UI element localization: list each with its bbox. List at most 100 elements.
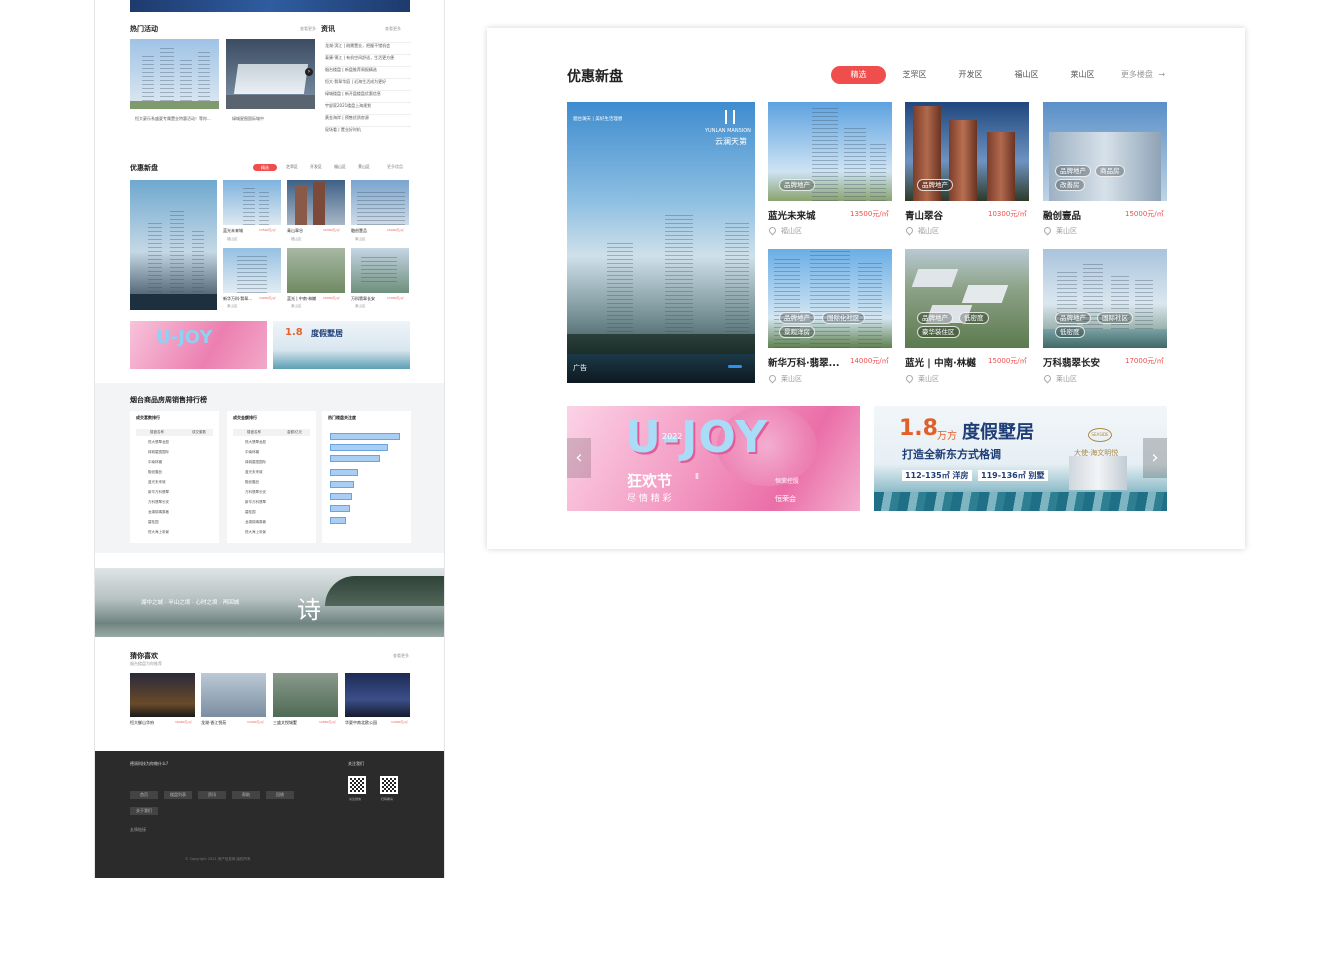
mini-card-name[interactable]: 蓝光 | 中南·林樾: [287, 296, 321, 302]
rank-row[interactable]: 龙湖锦璘原著: [138, 510, 212, 520]
hot-item-image-1[interactable]: [130, 39, 219, 109]
mini-card-image[interactable]: [223, 180, 281, 225]
mini-tabs: 精选 芝罘区 开发区 福山区 莱山区 更多楼盘: [253, 164, 413, 171]
rank-row[interactable]: 恒大海上帝景: [138, 530, 212, 540]
rank-row[interactable]: 融创壹品: [235, 480, 309, 490]
mini-featured-image[interactable]: [130, 180, 217, 310]
hot-item-image-2[interactable]: [226, 39, 315, 109]
property-name[interactable]: 融创壹品: [1043, 208, 1081, 222]
rank-row[interactable]: 蓝光未来城: [138, 480, 212, 490]
mini-card-image[interactable]: [287, 180, 345, 225]
rank-row[interactable]: 碧桂园: [235, 510, 309, 520]
top-banner-image[interactable]: [130, 0, 410, 12]
news-line[interactable]: 现场看 | 置业好时机: [325, 126, 411, 138]
mini-card-image[interactable]: [351, 248, 409, 293]
rank-row[interactable]: 新华万科翡翠: [235, 500, 309, 510]
news-line[interactable]: 龙湖·滨江 | 刚需置业，把握不错机会: [325, 42, 411, 54]
footer-button[interactable]: 回馈: [266, 791, 294, 799]
guess-image[interactable]: [130, 673, 195, 717]
guess-name[interactable]: 三盛文悦城墅: [273, 720, 297, 726]
more-link[interactable]: 更多楼盘 →: [1117, 66, 1169, 84]
rank-row[interactable]: 恒大海上帝景: [235, 530, 309, 540]
mini-tab[interactable]: 芝罘区: [283, 164, 301, 170]
rank-row[interactable]: 融创壹品: [138, 470, 212, 480]
news-line[interactable]: 宇部家2021楼盘上海规划: [325, 102, 411, 114]
news-more-link[interactable]: 查看更多: [385, 26, 401, 32]
rank-row[interactable]: 恒大翡翠龙庭: [138, 440, 212, 450]
hot-next-arrow[interactable]: ›: [305, 68, 313, 76]
mini-card-image[interactable]: [287, 248, 345, 293]
mini-card-name[interactable]: 蓝光未来城: [223, 228, 257, 234]
property-name[interactable]: 万科翡翠长安: [1043, 355, 1100, 369]
footer-button[interactable]: 楼盘列表: [164, 791, 192, 799]
rank-row[interactable]: 龙湖锦璘原著: [235, 520, 309, 530]
hot-more-link[interactable]: 查看更多: [300, 26, 316, 32]
property-name[interactable]: 蓝光未来城: [768, 208, 816, 222]
mini-card-name[interactable]: 青山翠谷: [287, 228, 321, 234]
arrow-right-icon: →: [1158, 70, 1166, 79]
rank-row[interactable]: 绿城星图国际: [235, 460, 309, 470]
news-line[interactable]: 恒大·翡翠华庭 | 近海生活成为更好: [325, 78, 411, 90]
mini-card-name[interactable]: 新华万科·翡翠...: [223, 296, 257, 302]
tab-fushan[interactable]: 福山区: [1004, 66, 1049, 84]
property-name[interactable]: 青山翠谷: [905, 208, 943, 222]
mini-tab[interactable]: 莱山区: [355, 164, 373, 170]
tab-laishan[interactable]: 莱山区: [1060, 66, 1105, 84]
mini-banner-left[interactable]: U-JOY: [130, 321, 267, 369]
mini-tab[interactable]: 精选: [253, 164, 277, 171]
property-name[interactable]: 新华万科·翡翠...: [768, 355, 839, 369]
tab-zhifu[interactable]: 芝罘区: [892, 66, 937, 84]
mini-more[interactable]: 更多楼盘: [381, 164, 409, 170]
footer-button[interactable]: 首页: [130, 791, 158, 799]
ujoy-title: U-JOY: [625, 412, 769, 463]
guess-image[interactable]: [201, 673, 266, 717]
guess-name[interactable]: 龙湖·香江悦苑: [201, 720, 226, 726]
rank-panel-3: 热门楼盘关注度: [322, 411, 411, 543]
carousel-prev-button[interactable]: ‹: [567, 438, 591, 478]
rank-row[interactable]: 中南林樾: [138, 460, 212, 470]
district-label: 福山区: [781, 227, 802, 235]
guess-name[interactable]: 恒大御山华府: [130, 720, 154, 726]
featured-image[interactable]: 烟台澜天 | 美好生活理想 YUNLAN MANSION 云澜天第 广告: [567, 102, 755, 383]
hot-item-title-1[interactable]: 恒大豪乐系盛夏专属置业特惠活动！等你...: [135, 116, 217, 122]
rank-row[interactable]: 新华万科翡翠: [138, 490, 212, 500]
rank-row[interactable]: 万科翡翠长安: [138, 500, 212, 510]
footer-button[interactable]: 帮助: [232, 791, 260, 799]
tab-kaifa[interactable]: 开发区: [948, 66, 993, 84]
featured-ad-label: 广告: [573, 364, 587, 372]
carousel-indicator[interactable]: [728, 365, 742, 368]
guess-more[interactable]: 查看更多: [393, 653, 409, 659]
hot-item-title-2[interactable]: 绿城星图国际城中: [232, 116, 312, 122]
promo-banner-ujoy[interactable]: U-JOY 2022 狂欢节 Ⅱ 尽 情 精 彩 恒荣控股 恒荣会 ‹: [567, 406, 860, 511]
carousel-next-button[interactable]: ›: [1143, 438, 1167, 478]
footer-button[interactable]: 关于我们: [130, 807, 158, 815]
mini-card-image[interactable]: [351, 180, 409, 225]
mini-card-name[interactable]: 万科翡翠长安: [351, 296, 385, 302]
guess-image[interactable]: [345, 673, 410, 717]
property-name[interactable]: 蓝光 | 中南·林樾: [905, 355, 976, 369]
mini-card-image[interactable]: [223, 248, 281, 293]
promo-banner-villa[interactable]: 1.8 万方 度假墅居 打造全新东方式格调 112-135㎡ 洋房 119-13…: [874, 406, 1167, 511]
news-line[interactable]: 烟台楼盘 | 新盘推荐周报精选: [325, 66, 411, 78]
rank-row[interactable]: 蓝光未来城: [235, 470, 309, 480]
news-line[interactable]: 黄金海岸 | 预售优质房源: [325, 114, 411, 126]
tab-featured[interactable]: 精选: [831, 66, 886, 84]
guess-image[interactable]: [273, 673, 338, 717]
news-line[interactable]: 绿城楼盘 | 新开盘楼盘优惠信息: [325, 90, 411, 102]
mini-card-name[interactable]: 融创壹品: [351, 228, 385, 234]
mini-tab[interactable]: 福山区: [331, 164, 349, 170]
property-tag: 低密度: [959, 312, 989, 324]
more-link-label: 更多楼盘: [1120, 70, 1153, 79]
rank-row[interactable]: 中南林樾: [235, 450, 309, 460]
guess-name[interactable]: 华夏中南北欧公园: [345, 720, 377, 726]
mini-banner-right[interactable]: 1.8 度假墅居: [273, 321, 410, 369]
footer-links[interactable]: 友情链接: [130, 827, 146, 833]
rank-row[interactable]: 万科翡翠长安: [235, 490, 309, 500]
footer-button[interactable]: 资讯: [198, 791, 226, 799]
mini-tab[interactable]: 开发区: [307, 164, 325, 170]
rank-row[interactable]: 碧桂园: [138, 520, 212, 530]
rank-row[interactable]: 绿城星图国际: [138, 450, 212, 460]
rank-row[interactable]: 恒大翡翠龙庭: [235, 440, 309, 450]
news-line[interactable]: 泰康·锦江 | 有机空间舒适，生活更方便: [325, 54, 411, 66]
poem-banner[interactable]: 湖中之城 · 半山之境 · 心时之境 · 再回城 诗: [95, 568, 444, 637]
